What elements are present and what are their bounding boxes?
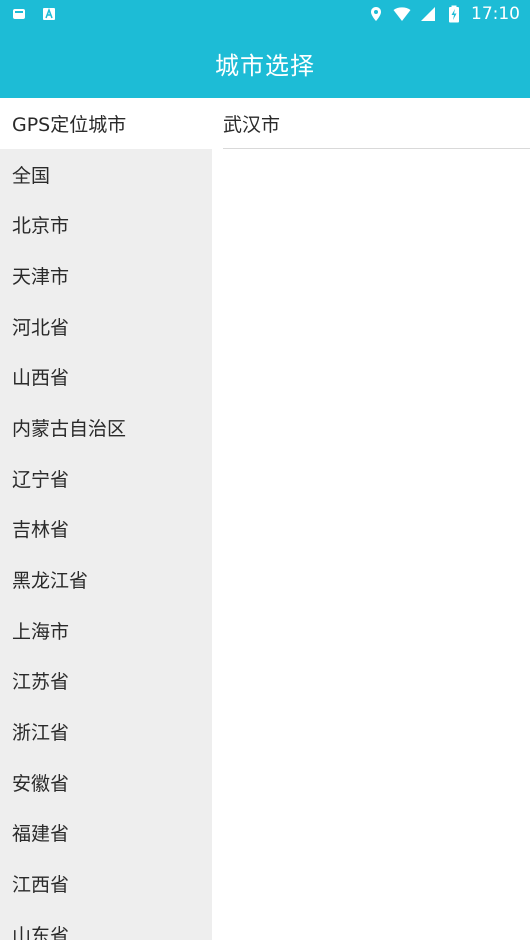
page-title: 城市选择 (215, 51, 315, 80)
province-item-beijing[interactable]: 北京市 (0, 199, 212, 250)
province-item-jiangsu[interactable]: 江苏省 (0, 656, 212, 707)
location-icon (367, 5, 385, 23)
province-list[interactable]: GPS定位城市 全国 北京市 天津市 河北省 山西省 内蒙古自治区 辽宁省 吉林… (0, 98, 212, 940)
province-item-tianjin[interactable]: 天津市 (0, 250, 212, 301)
province-item-heilongjiang[interactable]: 黑龙江省 (0, 554, 212, 605)
province-item-liaoning[interactable]: 辽宁省 (0, 453, 212, 504)
battery-charging-icon (445, 5, 463, 23)
province-item-inner-mongolia[interactable]: 内蒙古自治区 (0, 402, 212, 453)
province-item-anhui[interactable]: 安徽省 (0, 757, 212, 808)
province-item-nationwide[interactable]: 全国 (0, 149, 212, 200)
status-bar: 17:10 (0, 0, 530, 28)
province-item-jilin[interactable]: 吉林省 (0, 504, 212, 555)
province-item-shanxi[interactable]: 山西省 (0, 351, 212, 402)
status-left-icons (10, 5, 58, 23)
status-right-icons: 17:10 (367, 4, 520, 24)
province-item-shandong[interactable]: 山东省 (0, 909, 212, 940)
province-item-shanghai[interactable]: 上海市 (0, 605, 212, 656)
city-picker: GPS定位城市 全国 北京市 天津市 河北省 山西省 内蒙古自治区 辽宁省 吉林… (0, 98, 530, 940)
signal-icon (419, 5, 437, 23)
province-item-fujian[interactable]: 福建省 (0, 808, 212, 859)
wifi-icon (393, 5, 411, 23)
sim-card-icon (10, 5, 28, 23)
a-keyboard-icon (40, 5, 58, 23)
city-list[interactable]: 武汉市 (212, 98, 530, 940)
province-item-zhejiang[interactable]: 浙江省 (0, 706, 212, 757)
province-item-hebei[interactable]: 河北省 (0, 301, 212, 352)
status-time: 17:10 (471, 4, 520, 24)
province-item-gps-city[interactable]: GPS定位城市 (0, 98, 212, 149)
app-bar: 城市选择 (0, 28, 530, 98)
province-item-jiangxi[interactable]: 江西省 (0, 858, 212, 909)
city-item-wuhan[interactable]: 武汉市 (223, 98, 530, 149)
